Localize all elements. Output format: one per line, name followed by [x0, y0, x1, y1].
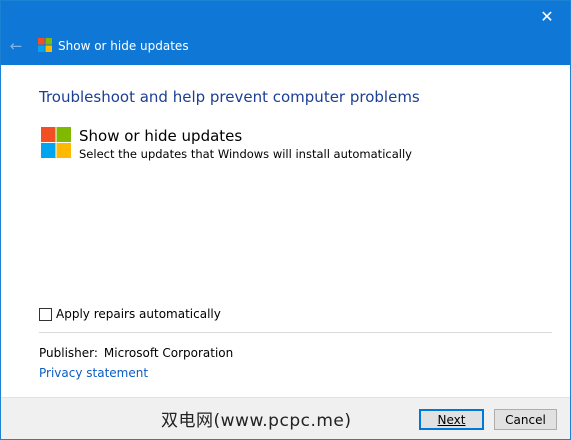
- apply-repairs-option[interactable]: Apply repairs automatically: [39, 307, 221, 321]
- back-button[interactable]: ←: [5, 36, 27, 56]
- close-icon: ✕: [540, 6, 554, 26]
- troubleshooter-window: ✕ ← Show or hide updates Troubleshoot an…: [0, 0, 571, 440]
- divider: [39, 332, 552, 333]
- cancel-button-label: Cancel: [505, 412, 546, 427]
- next-button-label: Next: [437, 412, 466, 427]
- cancel-button[interactable]: Cancel: [494, 409, 557, 430]
- footer-bar: 双电网(www.pcpc.me) Next Cancel: [1, 397, 570, 439]
- troubleshooter-title: Show or hide updates: [79, 127, 243, 145]
- window-title: Show or hide updates: [58, 39, 189, 53]
- publisher-value: Microsoft Corporation: [103, 346, 234, 360]
- troubleshooter-description: Select the updates that Windows will ins…: [79, 147, 412, 161]
- publisher-info: Publisher: Microsoft Corporation: [39, 346, 233, 360]
- publisher-label: Publisher:: [39, 346, 98, 360]
- windows-logo-icon: [38, 38, 52, 52]
- watermark-text: 双电网(www.pcpc.me): [161, 411, 352, 431]
- windows-logo-icon: [41, 127, 71, 158]
- title-bar: ✕ ← Show or hide updates: [1, 1, 570, 65]
- page-heading: Troubleshoot and help prevent computer p…: [39, 88, 420, 106]
- back-arrow-icon: ←: [9, 37, 23, 55]
- privacy-statement-link[interactable]: Privacy statement: [39, 366, 148, 380]
- next-button[interactable]: Next: [419, 409, 484, 430]
- apply-repairs-checkbox[interactable]: [39, 307, 52, 321]
- close-button[interactable]: ✕: [524, 1, 570, 31]
- apply-repairs-label[interactable]: Apply repairs automatically: [56, 307, 221, 321]
